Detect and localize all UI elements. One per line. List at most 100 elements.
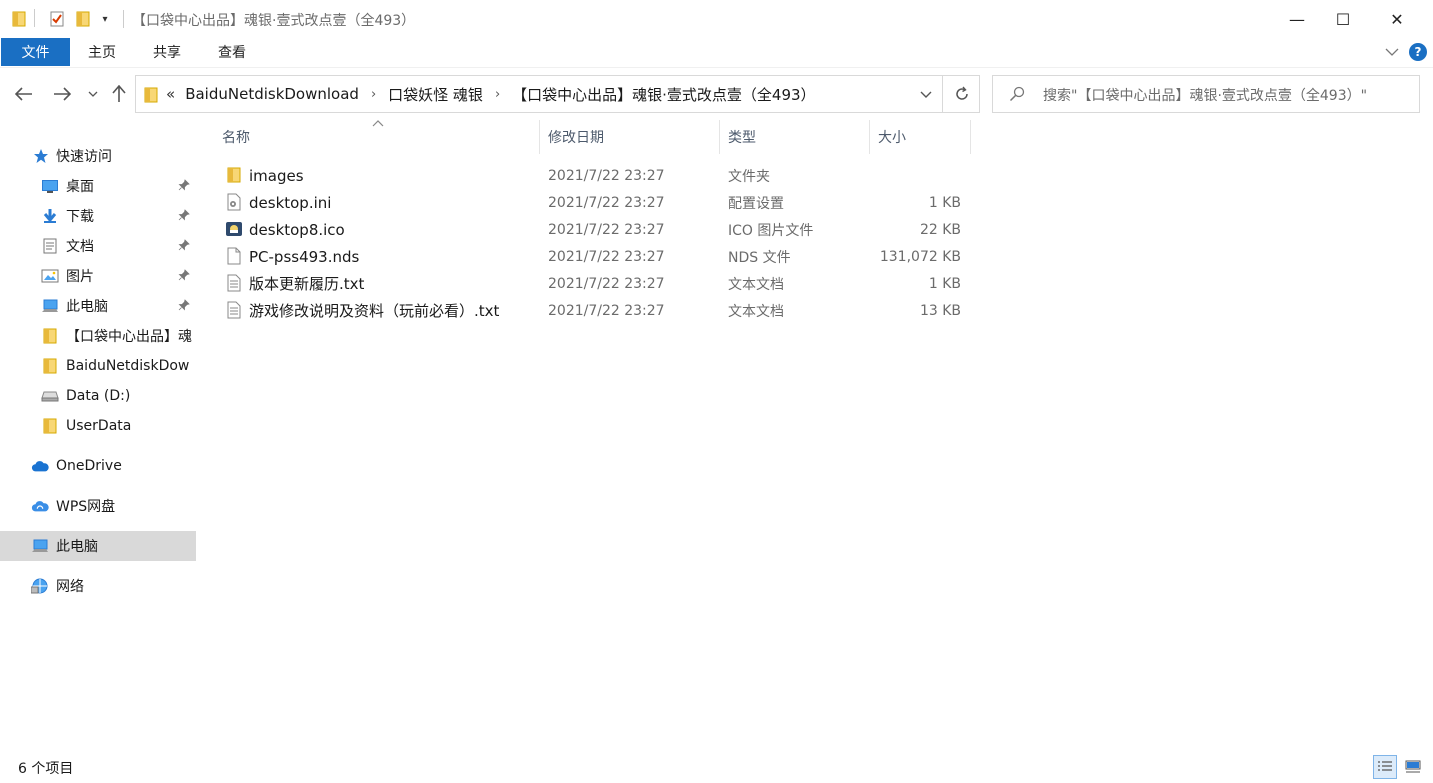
sidebar-item-this-pc-pinned[interactable]: 此电脑 (0, 291, 196, 321)
tab-file[interactable]: 文件 (1, 38, 70, 66)
column-header-size[interactable]: 大小 (870, 120, 971, 154)
picture-icon (41, 267, 59, 285)
status-bar: 6 个项目 (0, 750, 1433, 783)
search-input[interactable]: 搜索"【口袋中心出品】魂银·壹式改点壹（全493）" (1043, 85, 1367, 105)
back-button[interactable] (12, 82, 36, 106)
forward-button[interactable] (50, 82, 74, 106)
sidebar-item-label: 【口袋中心出品】魂 (66, 329, 192, 345)
file-name: desktop.ini (249, 193, 332, 212)
sidebar-item-data-drive[interactable]: Data (D:) (0, 381, 196, 411)
tab-view[interactable]: 查看 (218, 38, 246, 66)
file-name: images (249, 166, 304, 185)
sidebar-item-pictures[interactable]: 图片 (0, 261, 196, 291)
column-header-name[interactable]: 名称 (214, 120, 540, 154)
text-file-icon (225, 274, 243, 292)
file-list: 名称 修改日期 类型 大小 images 2021/7/22 23:27 文件夹… (200, 120, 1433, 750)
details-view-button[interactable] (1373, 755, 1397, 779)
file-name: desktop8.ico (249, 220, 345, 239)
chevron-right-icon[interactable]: › (371, 87, 376, 102)
pin-icon[interactable] (178, 299, 190, 314)
toolbar-divider (34, 9, 35, 27)
computer-icon (41, 297, 59, 315)
help-icon[interactable]: ? (1409, 43, 1427, 61)
download-icon (41, 207, 59, 225)
expand-ribbon-chevron-icon[interactable] (1384, 44, 1400, 60)
sidebar-item-wps-cloud[interactable]: WPS网盘 (0, 491, 196, 521)
customize-toolbar-icon[interactable]: ▾ (98, 9, 112, 29)
sidebar-item-label: 此电脑 (66, 299, 108, 315)
sidebar-item-label: 桌面 (66, 179, 94, 195)
refresh-icon[interactable] (942, 76, 980, 112)
pin-icon[interactable] (178, 269, 190, 284)
pin-icon[interactable] (178, 239, 190, 254)
document-icon (41, 237, 59, 255)
file-size: 1 KB (928, 194, 961, 211)
file-size: 131,072 KB (879, 248, 961, 265)
sidebar-item-onedrive[interactable]: OneDrive (0, 451, 196, 481)
file-date: 2021/7/22 23:27 (548, 167, 665, 184)
up-button[interactable] (107, 82, 131, 106)
star-icon (32, 147, 50, 165)
folder-icon (144, 87, 158, 107)
file-name: PC-pss493.nds (249, 247, 360, 266)
blank-file-icon (225, 247, 243, 265)
folder-icon (41, 327, 59, 345)
maximize-button[interactable]: ☐ (1320, 0, 1366, 38)
navigation-bar: « BaiduNetdiskDownload › 口袋妖怪 魂银 › 【口袋中心… (0, 68, 1433, 120)
address-bar[interactable]: « BaiduNetdiskDownload › 口袋妖怪 魂银 › 【口袋中心… (135, 75, 980, 113)
sidebar-item-label: OneDrive (56, 458, 122, 474)
minimize-button[interactable]: — (1274, 0, 1320, 38)
image-file-icon (225, 220, 243, 238)
file-type: ICO 图片文件 (728, 222, 814, 239)
search-box[interactable]: 搜索"【口袋中心出品】魂银·壹式改点壹（全493）" (992, 75, 1420, 113)
tab-share[interactable]: 共享 (153, 38, 181, 66)
file-row-nds[interactable]: PC-pss493.nds 2021/7/22 23:27 NDS 文件 131… (222, 243, 977, 270)
file-row-desktop8-ico[interactable]: desktop8.ico 2021/7/22 23:27 ICO 图片文件 22… (222, 216, 977, 243)
breadcrumb-item-game-folder[interactable]: 口袋妖怪 魂银 (388, 84, 483, 105)
file-type: 文件夹 (728, 168, 770, 185)
desktop-icon (41, 177, 59, 195)
chevron-right-icon[interactable]: › (495, 87, 500, 102)
address-history-chevron-icon[interactable] (912, 76, 940, 112)
new-folder-icon[interactable] (74, 9, 92, 29)
file-size (878, 162, 961, 189)
sidebar-item-this-pc[interactable]: 此电脑 (0, 531, 196, 561)
sidebar-item-downloads[interactable]: 下载 (0, 201, 196, 231)
large-icons-view-button[interactable] (1401, 755, 1425, 779)
search-icon (1009, 86, 1025, 106)
sidebar-item-desktop[interactable]: 桌面 (0, 171, 196, 201)
sidebar-item-userdata[interactable]: UserData (0, 411, 196, 441)
sidebar-item-baidunetdisk[interactable]: BaiduNetdiskDow (0, 351, 196, 381)
sidebar-item-quick-access[interactable]: 快速访问 (0, 141, 196, 171)
file-name: 版本更新履历.txt (249, 275, 365, 293)
pin-icon[interactable] (178, 209, 190, 224)
file-row-images[interactable]: images 2021/7/22 23:27 文件夹 (222, 162, 977, 189)
tab-home[interactable]: 主页 (88, 38, 116, 66)
recent-locations-chevron-icon[interactable] (84, 82, 102, 106)
sidebar-item-documents[interactable]: 文档 (0, 231, 196, 261)
breadcrumb-overflow-button[interactable]: « (166, 85, 175, 103)
sidebar-item-label: 下载 (66, 209, 94, 225)
ribbon: 文件 主页 共享 查看 ? (0, 38, 1433, 68)
sidebar-item-label: 快速访问 (56, 149, 112, 165)
sidebar-item-label: 网络 (56, 579, 84, 595)
pin-icon[interactable] (178, 179, 190, 194)
close-button[interactable]: ✕ (1374, 0, 1420, 38)
file-date: 2021/7/22 23:27 (548, 194, 665, 211)
column-header-date[interactable]: 修改日期 (540, 120, 720, 154)
properties-icon[interactable] (47, 9, 67, 29)
breadcrumb-item-current-folder[interactable]: 【口袋中心出品】魂银·壹式改点壹（全493） (512, 84, 815, 105)
file-size: 1 KB (928, 275, 961, 292)
file-size: 22 KB (919, 221, 961, 238)
file-row-changelog-txt[interactable]: 版本更新履历.txt 2021/7/22 23:27 文本文档 1 KB (222, 270, 977, 297)
cloud-icon (31, 457, 49, 475)
file-row-desktop-ini[interactable]: desktop.ini 2021/7/22 23:27 配置设置 1 KB (222, 189, 977, 216)
sidebar-item-network[interactable]: 网络 (0, 571, 196, 601)
column-header-type[interactable]: 类型 (720, 120, 870, 154)
navigation-pane: 快速访问 桌面 下载 文档 图片 此电脑 【口袋中心出品】魂 BaiduNetd… (0, 120, 200, 750)
folder-icon (41, 357, 59, 375)
breadcrumb-item-baidunetdiskdownload[interactable]: BaiduNetdiskDownload (185, 85, 359, 103)
sidebar-item-recent-folder[interactable]: 【口袋中心出品】魂 (0, 321, 196, 351)
file-row-readme-txt[interactable]: 游戏修改说明及资料（玩前必看）.txt 2021/7/22 23:27 文本文档… (222, 297, 977, 324)
sidebar-item-label: BaiduNetdiskDow (66, 358, 190, 374)
